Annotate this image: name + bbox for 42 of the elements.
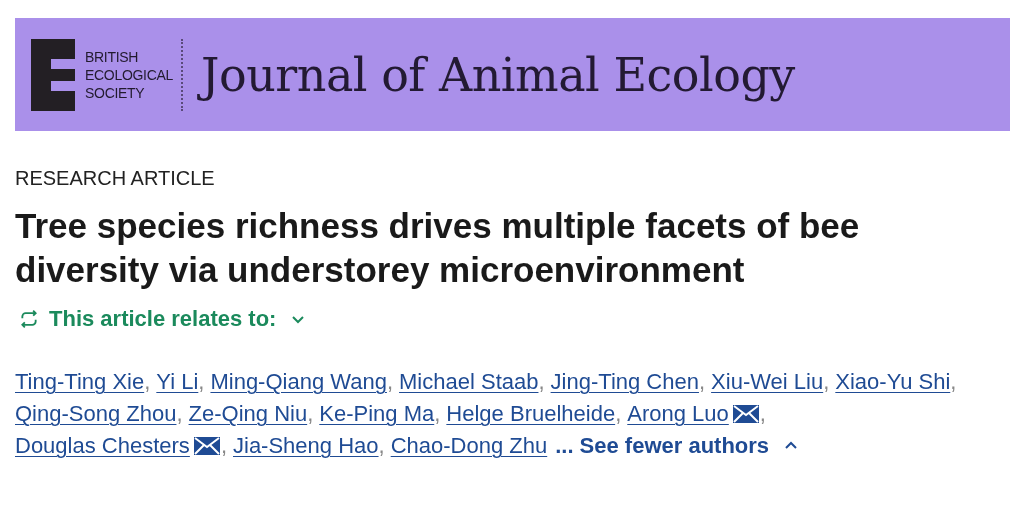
separator: , — [220, 432, 227, 460]
author-link[interactable]: Yi Li — [156, 366, 199, 398]
separator: , — [759, 400, 766, 428]
author-link[interactable]: Jing-Ting Chen — [550, 366, 699, 398]
separator: , — [176, 400, 183, 428]
ellipsis: ... — [555, 432, 574, 460]
author-link[interactable]: Xiu-Wei Liu — [711, 366, 824, 398]
envelope-icon[interactable] — [193, 437, 220, 455]
society-name: ECOLOGICAL — [85, 65, 174, 84]
separator: , — [823, 368, 830, 396]
author-link[interactable]: Arong Luo — [627, 398, 729, 430]
separator: , — [144, 368, 151, 396]
repeat-icon — [19, 309, 39, 329]
article-type: RESEARCH ARTICLE — [15, 167, 216, 190]
separator: , — [434, 400, 441, 428]
envelope-icon[interactable] — [732, 405, 759, 423]
author-link[interactable]: Jia-Sheng Hao — [233, 430, 379, 462]
article-title: diversity via understorey microenvironment — [15, 249, 746, 291]
author-link[interactable]: Ze-Qing Niu — [188, 398, 308, 430]
separator: , — [198, 368, 205, 396]
see-fewer-authors-toggle[interactable]: See fewer authors — [579, 433, 800, 459]
separator: , — [307, 400, 314, 428]
separator: , — [615, 400, 622, 428]
separator: , — [378, 432, 385, 460]
separator: , — [698, 368, 706, 396]
author-link[interactable]: Chao-Dong Zhu — [390, 430, 548, 462]
author-link[interactable]: Ke-Ping Ma — [319, 398, 435, 430]
author-link[interactable]: Helge Bruelheide — [446, 398, 616, 430]
author-link[interactable]: Qing-Song Zhou — [15, 398, 177, 430]
society-name: BRITISH — [85, 47, 139, 66]
author-link[interactable]: Douglas Chesters — [15, 430, 190, 462]
author-link[interactable]: Michael Staab — [399, 366, 539, 398]
society-name: SOCIETY — [85, 83, 145, 102]
relates-to-toggle[interactable]: This article relates to: — [15, 306, 311, 332]
society-logo-icon — [31, 38, 75, 111]
author-link[interactable]: Xiao-Yu Shi — [835, 366, 951, 398]
article-title: Tree species richness drives multiple facets of bee — [15, 205, 861, 247]
author-link[interactable]: Ting-Ting Xie — [15, 366, 145, 398]
separator: , — [950, 368, 957, 396]
separator: , — [386, 368, 394, 396]
author-link[interactable]: Ming-Qiang Wang — [210, 366, 387, 398]
separator: , — [538, 368, 545, 396]
